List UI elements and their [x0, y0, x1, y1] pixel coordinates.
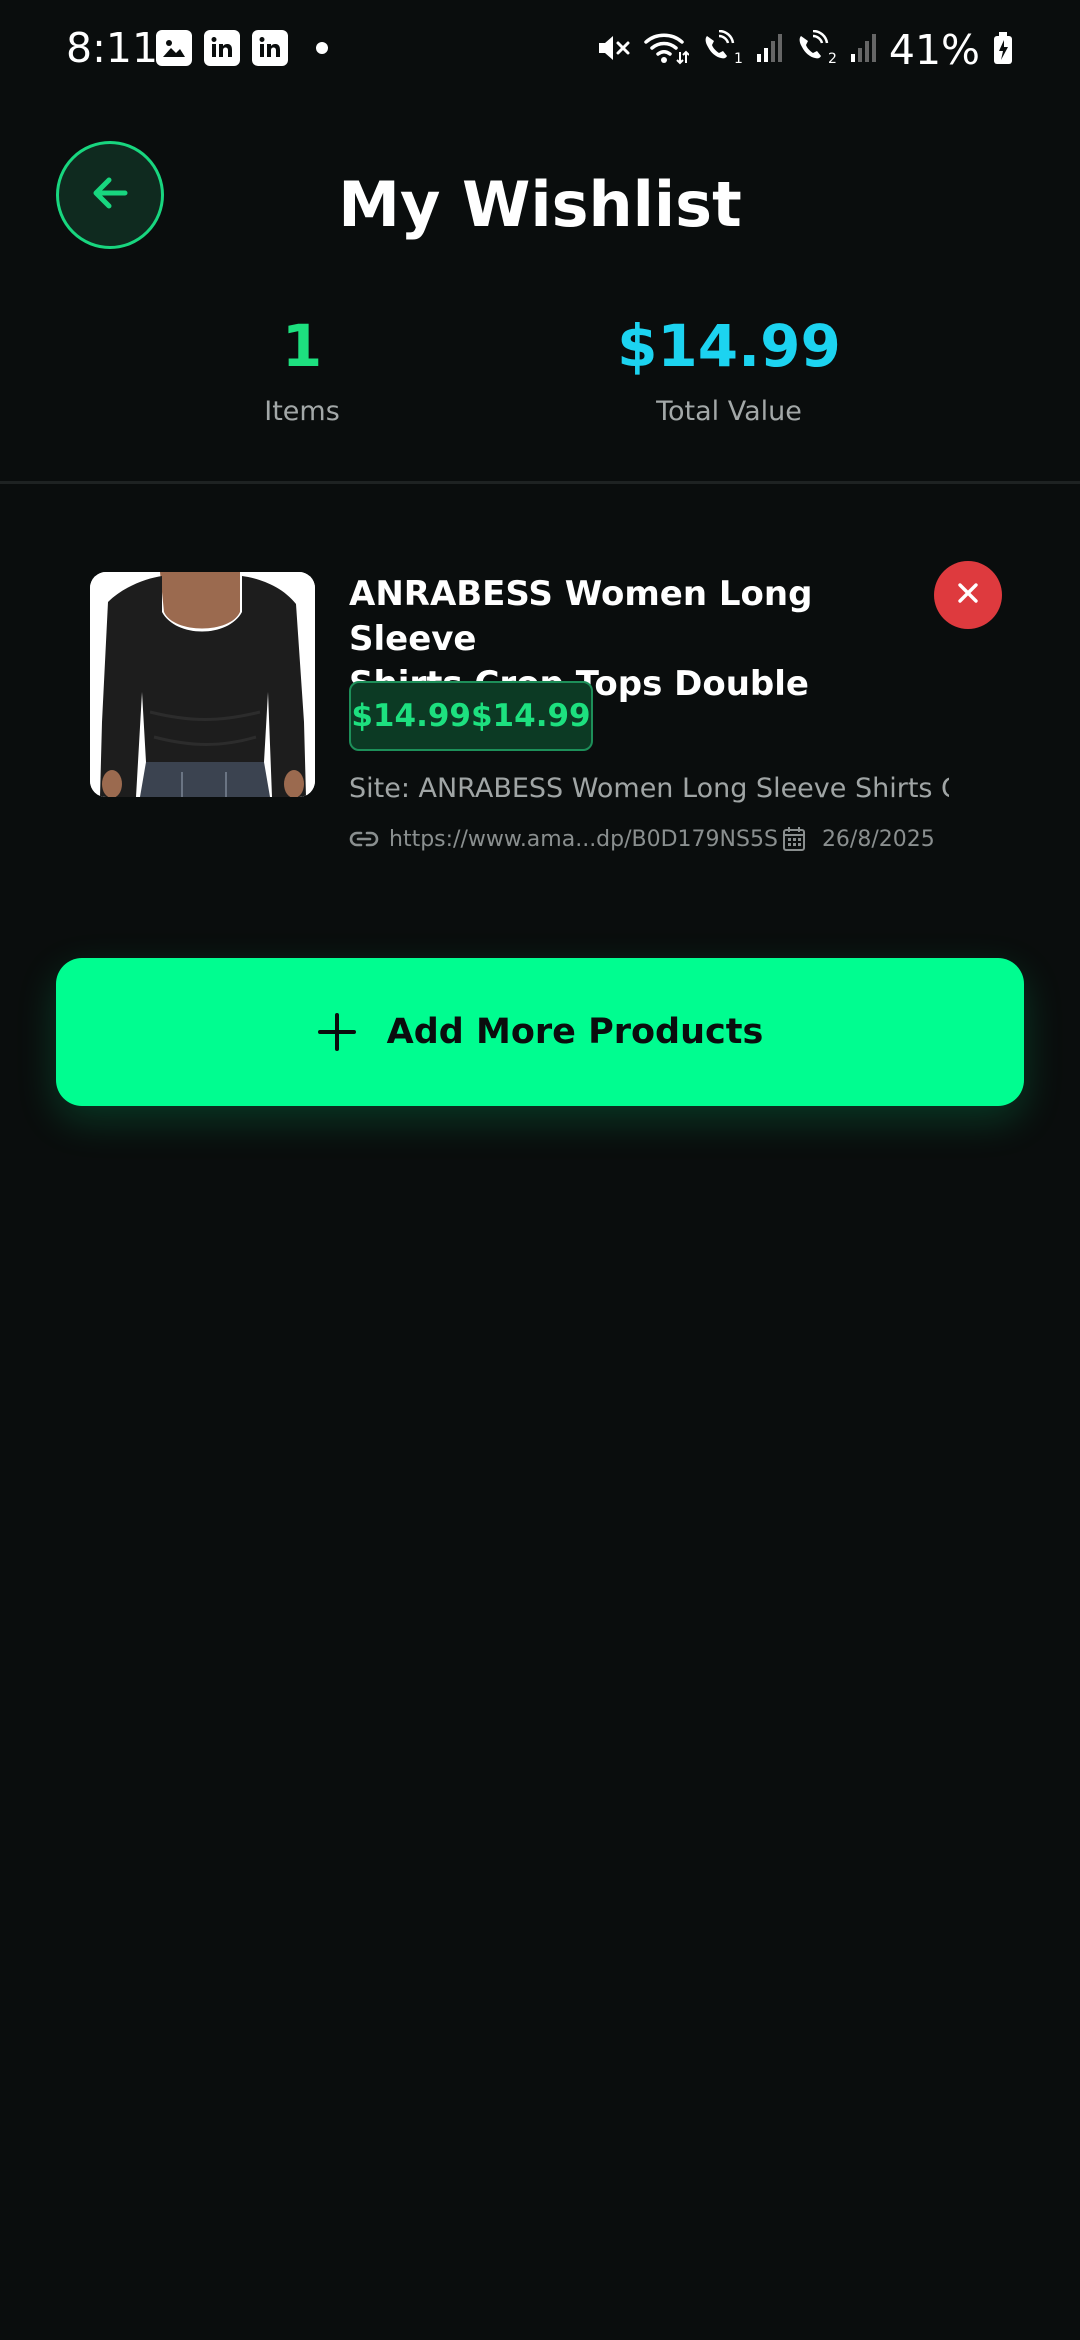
battery-percent: 41%: [888, 26, 980, 74]
product-date: 26/8/2025: [821, 826, 935, 852]
wifi-calling-sim2-icon: 2: [795, 29, 837, 70]
calendar-icon: [782, 826, 806, 852]
link-icon: [349, 829, 379, 849]
mute-icon: [595, 30, 631, 70]
gallery-notification-icon: [156, 30, 192, 66]
signal-sim1-icon: [755, 30, 783, 70]
add-more-products-label: Add More Products: [386, 1012, 764, 1052]
product-meta-row: https://www.ama...dp/B0D179NS5S 26/8/202…: [349, 826, 935, 852]
items-count-label: Items: [264, 396, 340, 427]
system-status-icons: 1 2 41%: [595, 26, 1014, 74]
total-value-stat: $14.99 Total Value: [529, 310, 929, 427]
total-value-amount: $14.99: [617, 312, 841, 380]
plus-icon: [317, 1012, 357, 1052]
items-count-stat: 1 Items: [102, 310, 502, 427]
price-badge: $14.99$14.99: [349, 681, 593, 751]
wifi-icon: [643, 30, 690, 70]
remove-item-button[interactable]: [934, 561, 1002, 629]
close-icon: [956, 581, 980, 609]
page-title: My Wishlist: [338, 168, 742, 241]
product-image[interactable]: [90, 572, 315, 797]
product-url-link[interactable]: https://www.ama...dp/B0D179NS5S: [389, 827, 778, 852]
total-value-label: Total Value: [656, 396, 802, 427]
items-count-value: 1: [281, 312, 323, 380]
product-site: Site: ANRABESS Women Long Sleeve Shirts …: [349, 773, 949, 804]
notification-icons: [156, 30, 328, 66]
wifi-calling-sim1-icon: 1: [701, 29, 743, 70]
svg-text:2: 2: [828, 51, 837, 66]
linkedin-notification-icon: [252, 30, 288, 66]
signal-sim2-icon: [849, 30, 877, 70]
more-notifications-dot-icon: [316, 42, 328, 54]
status-time: 8:11: [66, 24, 159, 72]
battery-charging-icon: [992, 30, 1014, 70]
svg-text:1: 1: [734, 51, 743, 66]
linkedin-notification-icon: [204, 30, 240, 66]
divider: [0, 481, 1080, 484]
add-more-products-button[interactable]: Add More Products: [56, 958, 1024, 1106]
status-bar: 8:11 1 2 41%: [0, 0, 1080, 100]
product-title-line-1: ANRABESS Women Long Sleeve: [349, 574, 813, 659]
